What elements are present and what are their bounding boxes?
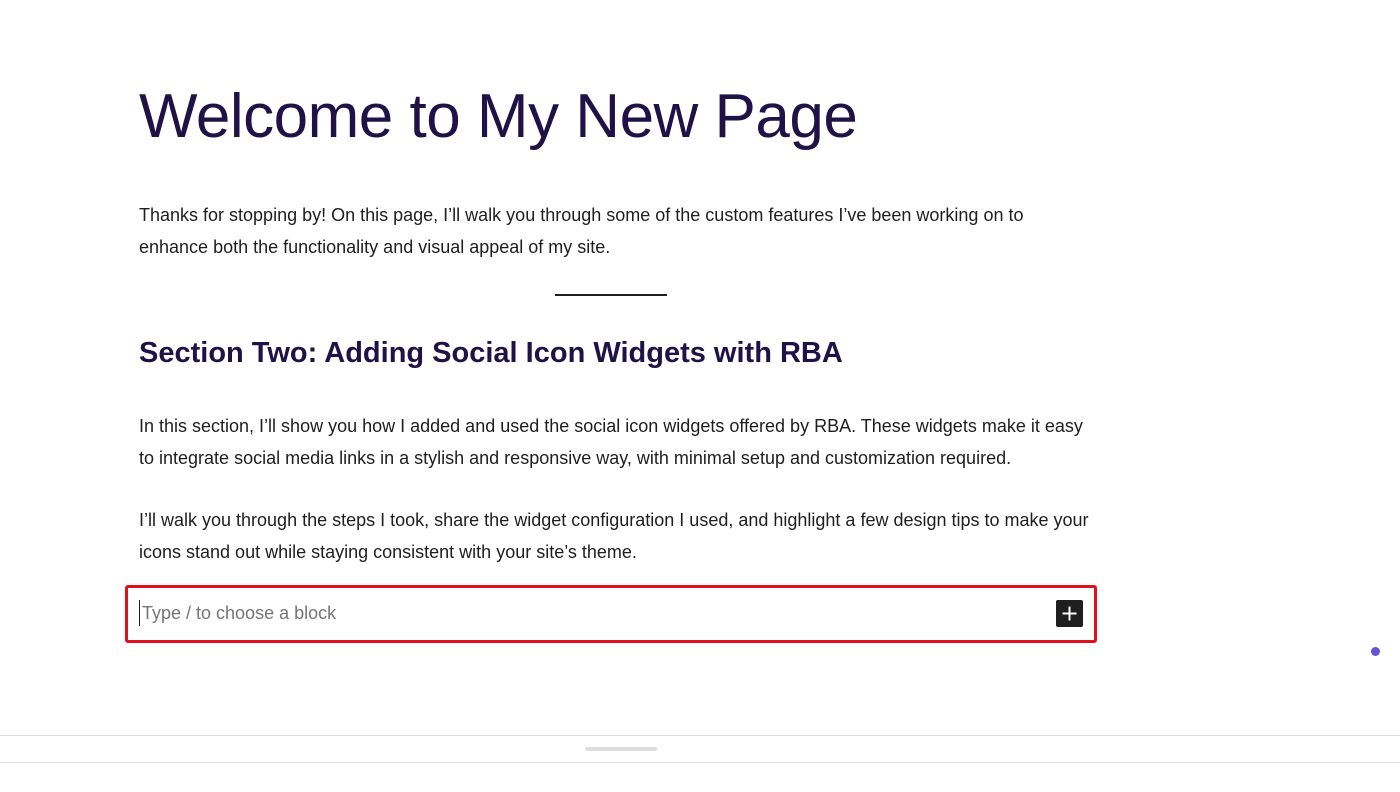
section-heading[interactable]: Section Two: Adding Social Icon Widgets … <box>139 334 843 372</box>
editor-resize-bar[interactable] <box>0 735 1400 763</box>
section-paragraph-2[interactable]: I’ll walk you through the steps I took, … <box>139 505 1089 568</box>
default-block-appender <box>125 585 1097 643</box>
intro-paragraph[interactable]: Thanks for stopping by! On this page, I’… <box>139 200 1089 263</box>
page-title[interactable]: Welcome to My New Page <box>139 82 858 152</box>
separator-block[interactable] <box>555 294 667 296</box>
resize-handle[interactable] <box>585 747 657 751</box>
editor-canvas: Welcome to My New Page Thanks for stoppi… <box>0 0 1400 735</box>
status-indicator-dot <box>1371 647 1380 656</box>
plus-icon <box>1062 606 1077 621</box>
lower-panel <box>0 763 1400 792</box>
section-paragraph-1[interactable]: In this section, I’ll show you how I add… <box>139 411 1089 474</box>
block-appender-input[interactable] <box>139 600 1022 626</box>
add-block-button[interactable] <box>1056 600 1083 627</box>
